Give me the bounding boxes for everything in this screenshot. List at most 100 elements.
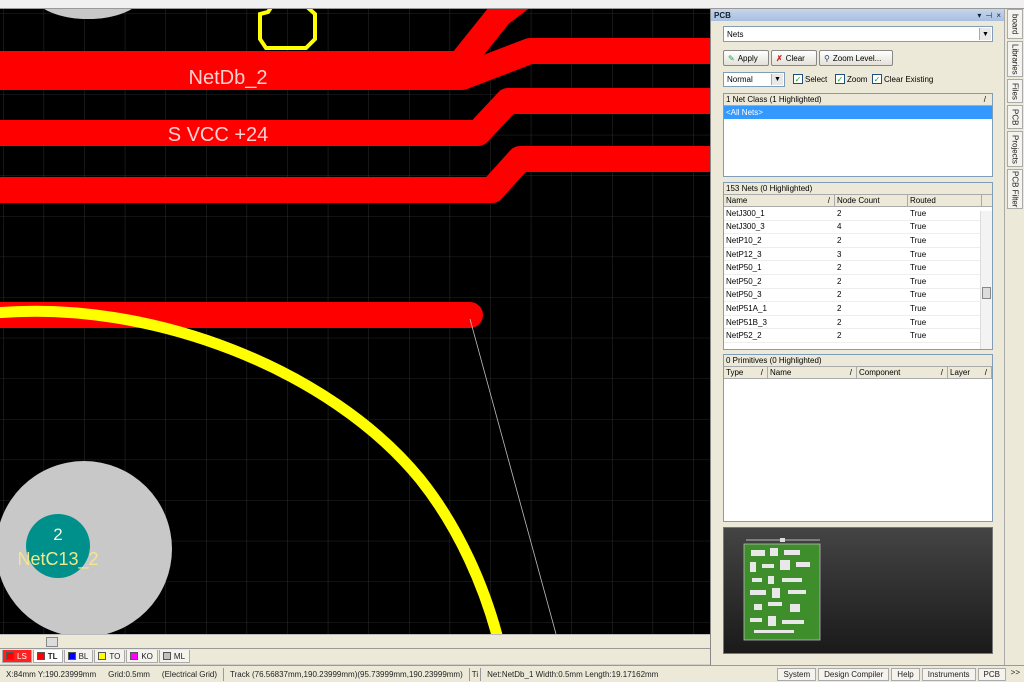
sort-icon: / — [760, 368, 763, 377]
layer-swatch-icon — [36, 652, 45, 660]
layer-tab-label: KO — [141, 651, 153, 661]
column-node-count[interactable]: Node Count — [835, 195, 908, 206]
chevron-down-icon: ▼ — [979, 28, 991, 40]
panel-title: PCB — [714, 10, 731, 20]
net-name-cell: NetP51A_1 — [726, 303, 767, 313]
scroll-thumb[interactable] — [46, 637, 58, 647]
mode-select[interactable]: Nets ▼ — [723, 26, 993, 42]
pcb-canvas[interactable]: NetDb_2 S VCC +24 2 NetC13_2 — [0, 9, 710, 634]
layer-tab-label: TL — [47, 651, 58, 661]
help-button[interactable]: Help — [891, 668, 920, 681]
select-checkbox[interactable]: ✓ Select — [793, 74, 827, 84]
mode-select-value: Nets — [727, 29, 744, 39]
node-count-cell: 2 — [837, 276, 842, 286]
column-component[interactable]: Component / — [857, 367, 948, 378]
net-name-cell: NetP50_2 — [726, 276, 762, 286]
zoom-level-button[interactable]: ⚲ Zoom Level... — [819, 50, 893, 66]
side-tab-label: Projects — [1010, 134, 1020, 164]
instruments-button[interactable]: Instruments — [921, 668, 976, 681]
clear-button[interactable]: ✗ Clear — [771, 50, 817, 66]
table-row[interactable]: NetP12_3 3 True — [724, 248, 992, 262]
design-compiler-button[interactable]: Design Compiler — [818, 668, 890, 681]
side-tab-projects[interactable]: Projects — [1007, 131, 1023, 167]
layer-tab-label: BL — [78, 651, 89, 661]
pcb-button[interactable]: PCB — [977, 668, 1006, 681]
mask-mode-select[interactable]: Normal ▼ — [723, 72, 785, 87]
net-class-item[interactable]: <All Nets> — [724, 106, 992, 119]
layer-tab-tl[interactable]: TL — [32, 650, 63, 663]
layer-tab-to[interactable]: TO — [94, 650, 126, 663]
table-row[interactable]: NetP50_2 2 True — [724, 275, 992, 289]
column-name[interactable]: Name / — [724, 195, 835, 206]
label-svcc: S VCC +24 — [168, 124, 269, 146]
node-count-cell: 2 — [837, 263, 842, 273]
sort-icon: / — [827, 196, 830, 205]
side-tab-pcb-filter[interactable]: PCB Filter — [1007, 169, 1023, 209]
net-class-item-label: <All Nets> — [726, 108, 763, 117]
node-count-cell: 2 — [837, 331, 842, 341]
routed-cell: True — [910, 222, 927, 232]
table-row[interactable]: NetP51A_1 2 True — [724, 302, 992, 316]
primitives-header: 0 Primitives (0 Highlighted) — [724, 355, 992, 367]
label-pad-number: 2 — [53, 525, 62, 544]
table-row[interactable]: NetJ300_3 4 True — [724, 221, 992, 235]
side-tab-board[interactable]: board — [1007, 9, 1023, 39]
routed-cell: True — [910, 276, 927, 286]
table-row[interactable]: NetP50_3 2 True — [724, 289, 992, 303]
status-bar: X:84mm Y:190.23999mm Grid:0.5mm (Electri… — [0, 665, 1024, 682]
layer-swatch-icon — [67, 652, 76, 660]
status-grid-type: (Electrical Grid) — [161, 669, 218, 679]
clear-icon: ✗ — [776, 53, 783, 63]
pin-icon[interactable]: ⊣ — [985, 11, 992, 20]
side-tab-label: PCB Filter — [1010, 170, 1020, 208]
routed-cell: True — [910, 290, 927, 300]
primitives-header-label: 0 Primitives (0 Highlighted) — [726, 356, 822, 365]
board-minimap[interactable] — [723, 527, 993, 654]
column-routed[interactable]: Routed — [908, 195, 982, 206]
nets-scrollbar[interactable] — [980, 211, 992, 349]
net-name-cell: NetJ300_1 — [726, 208, 765, 218]
routed-cell: True — [910, 303, 927, 313]
net-name-cell: NetP51B_3 — [726, 317, 767, 327]
table-row[interactable]: NetP50_1 2 True — [724, 261, 992, 275]
column-layer[interactable]: Layer / — [948, 367, 992, 378]
system-button[interactable]: System — [777, 668, 817, 681]
layer-swatch-icon — [130, 652, 139, 660]
side-tab-pcb[interactable]: PCB — [1007, 105, 1023, 129]
node-count-cell: 2 — [837, 208, 842, 218]
table-row[interactable]: NetJ300_1 2 True — [724, 207, 992, 221]
side-tab-libraries[interactable]: Libraries — [1007, 41, 1023, 77]
mask-mode-value: Normal — [727, 75, 753, 84]
column-type[interactable]: Type / — [724, 367, 768, 378]
more-button[interactable]: >> — [1011, 668, 1020, 677]
side-tab-label: Libraries — [1010, 43, 1020, 75]
layer-tab-bl[interactable]: BL — [63, 650, 94, 663]
sort-icon: / — [849, 368, 852, 377]
table-row[interactable]: NetP52_2 2 True — [724, 329, 992, 343]
apply-button[interactable]: ✎ Apply — [723, 50, 769, 66]
column-name[interactable]: Name / — [768, 367, 857, 378]
panel-menu-icon[interactable]: ▾ — [977, 11, 981, 20]
layer-tab-ko[interactable]: KO — [126, 650, 158, 663]
nets-header: 153 Nets (0 Highlighted) — [724, 183, 992, 195]
status-buttons: System Design Compiler Help Instruments … — [775, 668, 1006, 681]
net-class-list: 1 Net Class (1 Highlighted) / <All Nets> — [723, 93, 993, 177]
canvas-horizontal-scrollbar[interactable] — [0, 634, 710, 648]
layer-tab-ls[interactable]: LS — [2, 650, 32, 663]
node-count-cell: 4 — [837, 222, 842, 232]
sort-icon: / — [940, 368, 943, 377]
close-icon[interactable]: × — [996, 11, 1001, 20]
layer-tab-ml[interactable]: ML — [158, 650, 191, 663]
table-row[interactable]: NetP10_2 2 True — [724, 234, 992, 248]
scroll-thumb[interactable] — [982, 287, 991, 299]
table-row[interactable]: NetP51B_3 2 True — [724, 316, 992, 330]
select-label: Select — [805, 74, 828, 84]
pcb-drawing: NetDb_2 S VCC +24 2 NetC13_2 — [0, 9, 710, 634]
side-tab-files[interactable]: Files — [1007, 79, 1023, 103]
clear-existing-checkbox[interactable]: ✓ Clear Existing — [872, 74, 933, 84]
side-tab-label: PCB — [1010, 108, 1020, 126]
zoom-checkbox[interactable]: ✓ Zoom — [835, 74, 867, 84]
apply-icon: ✎ — [728, 53, 735, 63]
layer-tabs: LS TL BL TO KO ML — [0, 648, 710, 664]
side-tab-label: board — [1010, 13, 1020, 35]
